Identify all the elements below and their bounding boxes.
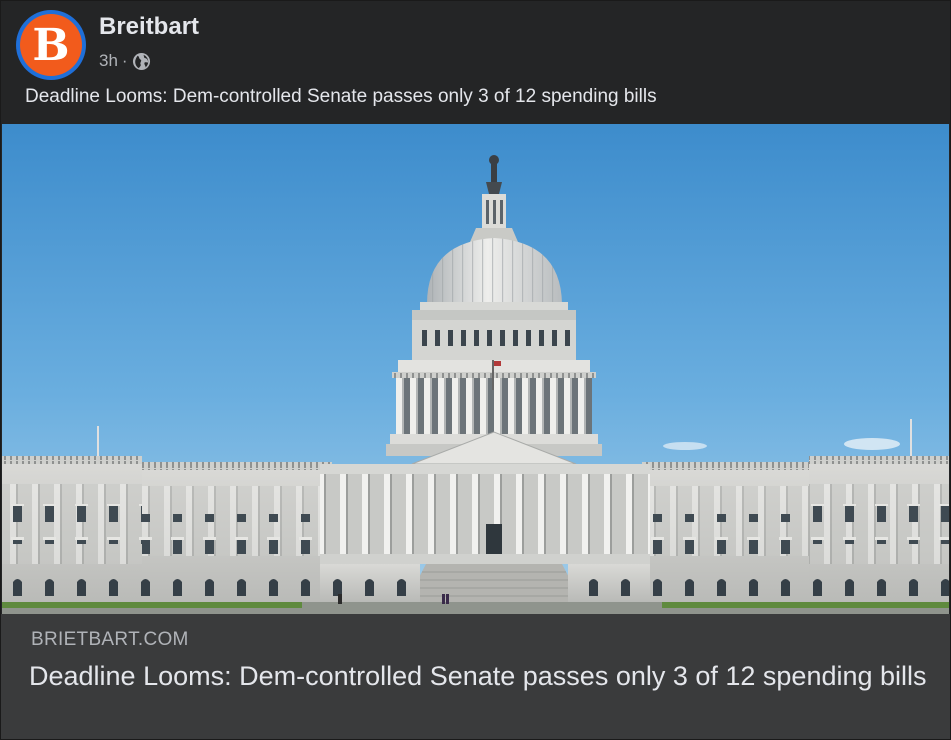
globe-icon[interactable] <box>132 52 151 71</box>
meta-separator: · <box>121 51 128 70</box>
post-meta: 3h · <box>99 51 151 71</box>
post-caption: Deadline Looms: Dem-controlled Senate pa… <box>25 86 657 107</box>
link-title[interactable]: Deadline Looms: Dem-controlled Senate pa… <box>29 660 939 692</box>
post-timestamp[interactable]: 3h <box>99 51 118 71</box>
page-name-link[interactable]: Breitbart <box>99 13 199 41</box>
facebook-post: B Breitbart 3h · Deadline Looms: Dem-con… <box>0 0 951 740</box>
link-preview-image[interactable] <box>2 124 949 614</box>
post-header: B Breitbart 3h · Deadline Looms: Dem-con… <box>0 0 951 124</box>
link-preview-footer[interactable]: BRIETBART.COM Deadline Looms: Dem-contro… <box>0 614 951 740</box>
page-avatar[interactable]: B <box>16 10 86 80</box>
breitbart-logo: B <box>20 14 82 76</box>
capitol-building-photo <box>2 124 949 614</box>
link-domain: BRIETBART.COM <box>31 629 189 650</box>
logo-letter: B <box>32 20 70 71</box>
